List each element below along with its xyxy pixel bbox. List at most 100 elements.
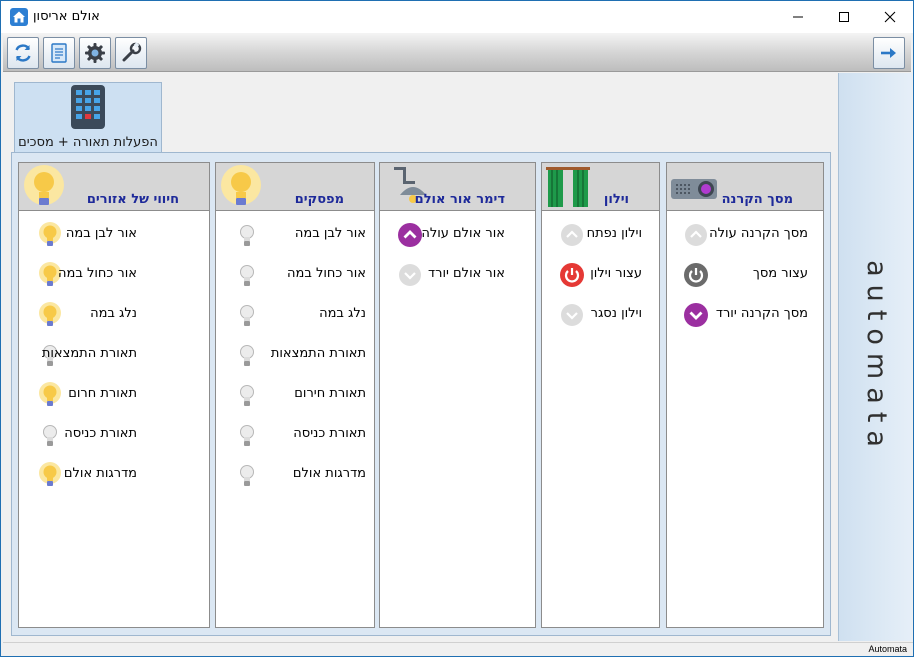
document-button[interactable] (43, 37, 75, 69)
column-header: מסך הקרנה (667, 163, 823, 211)
home-icon (10, 8, 28, 26)
power-icon[interactable] (559, 262, 585, 288)
bulb-off-icon[interactable] (234, 262, 260, 288)
tab-lighting-screens[interactable]: הפעלות תאורה + מסכים (14, 82, 162, 152)
control-row[interactable]: נלג במה (216, 300, 374, 330)
bulb-off-icon[interactable] (234, 342, 260, 368)
chevron-down-icon[interactable] (559, 302, 585, 328)
control-label: תאורת התמצאות (270, 346, 366, 361)
maximize-icon (839, 12, 849, 22)
settings-icon (85, 43, 105, 63)
column-title: דימר אור אולם (414, 192, 505, 207)
control-label: עצור וילון (590, 266, 642, 281)
control-label: מדרגות אולם (292, 466, 366, 481)
control-row[interactable]: תאורת כניסה (216, 420, 374, 450)
control-row[interactable]: עצור מסך (667, 260, 823, 290)
control-row[interactable]: תאורת כניסה (19, 420, 209, 450)
control-label: וילון נסגר (590, 306, 642, 321)
side-panel: automata (838, 73, 912, 641)
bulb-on-icon[interactable] (37, 302, 63, 328)
control-label: אור לבן במה (65, 226, 137, 241)
column-header: וילון (542, 163, 659, 211)
main-content: הפעלות תאורה + מסכים חיווי של אזורים אור… (3, 73, 837, 641)
control-label: עצור מסך (752, 266, 808, 281)
chevron-down-icon[interactable] (683, 302, 709, 328)
control-label: אור כחול במה (58, 266, 137, 281)
app-window: אולם אריסון הפעלות תאורה + מסכים חיווי ש… (0, 0, 914, 657)
projector-icon (671, 179, 717, 199)
tools-icon (122, 42, 142, 62)
control-row[interactable]: אור אולם עולה (380, 220, 535, 250)
column-title: מפסקים (294, 192, 344, 207)
control-label: נלג במה (319, 306, 366, 321)
control-label: אור אולם יורד (428, 266, 505, 281)
control-label: אור אולם עולה (421, 226, 505, 241)
control-row[interactable]: אור אולם יורד (380, 260, 535, 290)
control-row[interactable]: וילון נסגר (542, 300, 659, 330)
minimize-button[interactable] (775, 1, 821, 33)
control-row[interactable]: עצור וילון (542, 260, 659, 290)
close-button[interactable] (867, 1, 913, 33)
title-bar: אולם אריסון (1, 1, 913, 33)
chevron-down-icon[interactable] (397, 262, 423, 288)
control-row[interactable]: אור כחול במה (19, 260, 209, 290)
control-label: מסך הקרנה יורד (715, 306, 808, 321)
chevron-up-icon[interactable] (397, 222, 423, 248)
next-arrow-icon (881, 48, 896, 58)
control-row[interactable]: נלג במה (19, 300, 209, 330)
control-label: תאורת כניסה (64, 426, 137, 441)
control-row[interactable]: מסך הקרנה יורד (667, 300, 823, 330)
chevron-up-icon[interactable] (559, 222, 585, 248)
control-row[interactable]: תאורת התמצאות (216, 340, 374, 370)
chevron-up-icon[interactable] (683, 222, 709, 248)
status-text: Automata (868, 644, 907, 654)
control-row[interactable]: תאורת חירום (216, 380, 374, 410)
column-dimmer: דימר אור אולם אור אולם עולה אור אולם יורד (379, 162, 536, 628)
control-label: נלג במה (90, 306, 137, 321)
remote-control-icon (71, 85, 105, 129)
column-header: חיווי של אזורים (19, 163, 209, 211)
refresh-button[interactable] (7, 37, 39, 69)
bulb-off-icon[interactable] (234, 422, 260, 448)
tab-label: הפעלות תאורה + מסכים (18, 135, 158, 150)
document-icon (51, 43, 67, 63)
control-row[interactable]: תאורת התמצאות (19, 340, 209, 370)
control-label: תאורת כניסה (293, 426, 366, 441)
control-row[interactable]: מסך הקרנה עולה (667, 220, 823, 250)
bulb-on-icon (221, 165, 261, 205)
tools-button[interactable] (115, 37, 147, 69)
bulb-on-icon[interactable] (37, 382, 63, 408)
control-row[interactable]: אור לבן במה (216, 220, 374, 250)
window-title: אולם אריסון (33, 9, 100, 24)
control-row[interactable]: וילון נפתח (542, 220, 659, 250)
column-curtain: וילון וילון נפתח עצור וילון וילון נסגר (541, 162, 660, 628)
tab-panel: חיווי של אזורים אור לבן במה אור כחול במה נ… (11, 152, 831, 636)
column-header: דימר אור אולם (380, 163, 535, 211)
control-label: תאורת התמצאות (41, 346, 137, 361)
bulb-off-icon[interactable] (234, 462, 260, 488)
power-icon[interactable] (683, 262, 709, 288)
settings-button[interactable] (79, 37, 111, 69)
bulb-on-icon[interactable] (37, 222, 63, 248)
close-icon (884, 11, 896, 23)
refresh-icon (15, 44, 31, 62)
next-button[interactable] (873, 37, 905, 69)
column-title: מסך הקרנה (721, 192, 793, 207)
maximize-button[interactable] (821, 1, 867, 33)
control-row[interactable]: אור לבן במה (19, 220, 209, 250)
control-row[interactable]: תאורת חרום (19, 380, 209, 410)
bulb-on-icon[interactable] (37, 462, 63, 488)
bulb-off-icon[interactable] (234, 302, 260, 328)
control-label: אור כחול במה (287, 266, 366, 281)
bulb-off-icon[interactable] (234, 222, 260, 248)
control-label: מסך הקרנה עולה (709, 226, 808, 241)
curtain-icon (546, 167, 590, 207)
control-row[interactable]: מדרגות אולם (216, 460, 374, 490)
bulb-on-icon (24, 165, 64, 205)
control-row[interactable]: אור כחול במה (216, 260, 374, 290)
bulb-off-icon[interactable] (234, 382, 260, 408)
side-brand: automata (839, 73, 913, 641)
bulb-off-icon[interactable] (37, 422, 63, 448)
control-label: מדרגות אולם (63, 466, 137, 481)
control-row[interactable]: מדרגות אולם (19, 460, 209, 490)
